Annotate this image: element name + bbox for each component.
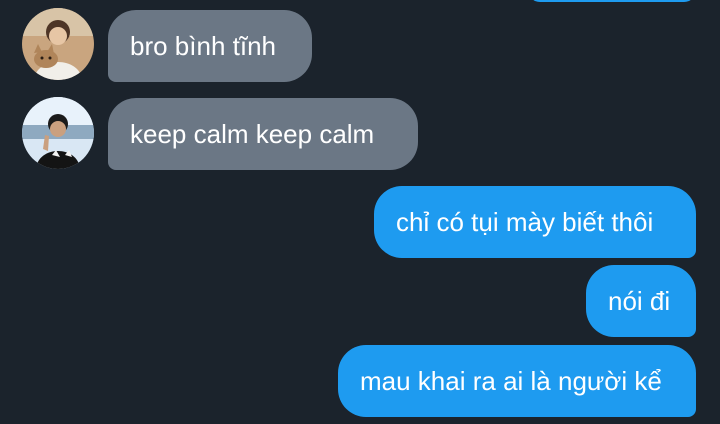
message-text: bro bình tĩnh xyxy=(130,31,276,61)
avatar-photo-icon xyxy=(22,97,94,169)
message-text: chỉ có tụi mày biết thôi xyxy=(396,207,654,237)
sender-avatar-1[interactable] xyxy=(22,8,94,80)
sender-avatar-2[interactable] xyxy=(22,97,94,169)
chat-thread: bro bình tĩnh keep calm keep calm chỉ có… xyxy=(0,0,720,424)
outgoing-message-bubble[interactable]: chỉ có tụi mày biết thôi xyxy=(374,186,696,258)
message-text: nói đi xyxy=(608,286,671,316)
incoming-message-bubble[interactable]: keep calm keep calm xyxy=(108,98,418,170)
previous-outgoing-bubble-edge[interactable] xyxy=(528,0,696,2)
message-text: mau khai ra ai là người kể xyxy=(360,366,662,396)
outgoing-message-bubble[interactable]: nói đi xyxy=(586,265,696,337)
avatar-photo-icon xyxy=(22,8,94,80)
incoming-message-bubble[interactable]: bro bình tĩnh xyxy=(108,10,312,82)
message-text: keep calm keep calm xyxy=(130,119,375,149)
outgoing-message-bubble[interactable]: mau khai ra ai là người kể xyxy=(338,345,696,417)
